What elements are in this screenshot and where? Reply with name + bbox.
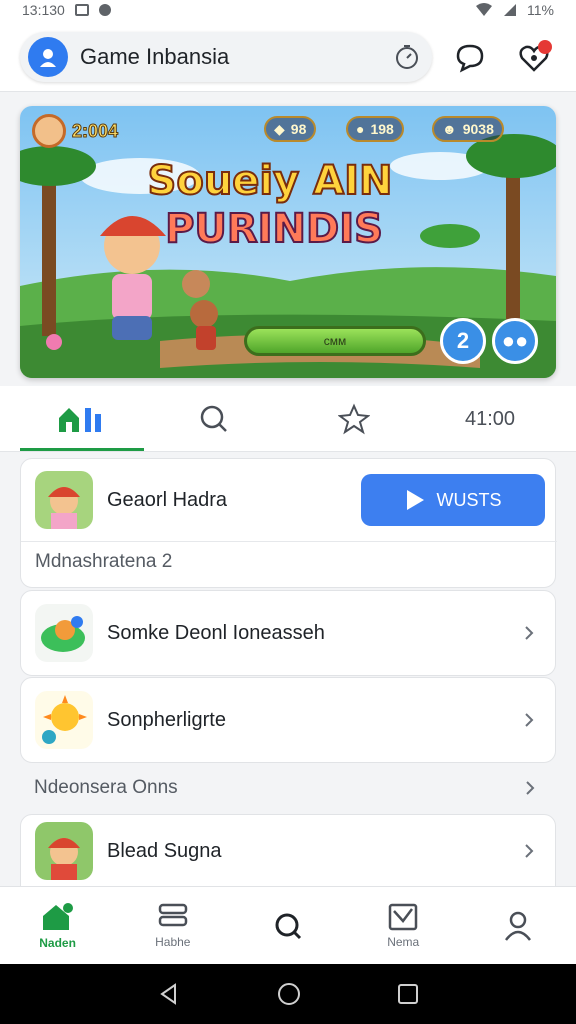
nav-news-label: Nema [387, 934, 420, 949]
time-label: 41:00 [464, 407, 516, 430]
wifi-icon [476, 3, 493, 16]
chat-icon [456, 44, 484, 73]
app-title: Game Inbansia [80, 44, 230, 69]
nav-profile[interactable] [461, 887, 576, 964]
battery-percent: 11% [527, 2, 554, 18]
game-title-line1: Soueiy AIN [147, 157, 394, 205]
timer-icon[interactable] [394, 44, 420, 70]
tab-home[interactable] [20, 386, 144, 452]
frog-game-thumbnail [35, 604, 93, 662]
play-icon [406, 490, 424, 510]
controller-button[interactable]: ●● [492, 318, 538, 364]
coins-counter: 2:004 [32, 114, 119, 148]
search-bar[interactable]: Game Inbansia [20, 32, 432, 82]
tab-time[interactable]: 41:00 [428, 386, 552, 452]
section-label: Ndeonsera Onns [34, 777, 178, 798]
game-thumbnail [35, 471, 93, 529]
star-icon [338, 403, 370, 435]
play-label: ᴄᴍᴍ [323, 334, 347, 348]
friends-counter: ☻ 9038 [432, 116, 504, 142]
back-icon[interactable] [157, 982, 181, 1006]
featured-row[interactable]: Geaorl Hadra WUSTS [21, 459, 557, 541]
system-navigation-bar [0, 964, 576, 1024]
favorites-button[interactable] [514, 38, 554, 78]
level-number: 2 [456, 328, 470, 353]
status-bar: 13:130 11% [0, 0, 576, 20]
friends-icon: ☻ [442, 121, 457, 137]
active-tab-indicator [20, 448, 144, 451]
bottom-navigation: Naden Habhe Nema [0, 886, 576, 964]
home-icon [59, 408, 101, 432]
game-title-line2: PURINDIS [164, 205, 384, 253]
list-item-title: Blead Sugna [107, 839, 222, 862]
chevron-right-icon [525, 844, 534, 858]
chat-button[interactable] [450, 38, 490, 78]
person-icon [40, 49, 56, 67]
chevron-right-icon [525, 713, 534, 727]
list-icon [158, 903, 188, 926]
gems-counter: ◆ 98 [264, 116, 317, 142]
user-avatar[interactable] [28, 37, 68, 77]
location-icon [98, 4, 111, 16]
recents-icon[interactable] [397, 983, 419, 1005]
search-icon [275, 913, 302, 939]
nav-library-label: Habhe [155, 934, 191, 949]
play-progress-button[interactable]: ᴄᴍᴍ [244, 326, 426, 356]
home-icon [42, 902, 73, 930]
coins-value: 2:004 [71, 120, 119, 141]
search-icon [200, 405, 227, 432]
promo-banner[interactable]: 2:004 ◆ 98 ● 198 ☻ 9038 Soueiy AIN PURIN… [20, 106, 556, 378]
nav-search[interactable] [230, 887, 345, 964]
stars-counter: ● 198 [346, 116, 404, 142]
gamepad-icon: ●● [501, 328, 529, 353]
home-circle-icon[interactable] [276, 981, 302, 1007]
sun-game-thumbnail [35, 691, 93, 749]
list-item[interactable]: Blead Sugna [20, 814, 556, 888]
notification-badge [538, 40, 552, 54]
featured-card: Geaorl Hadra WUSTS Mdnashratena 2 [20, 458, 557, 588]
player-avatar [32, 114, 66, 148]
list-item-title: Somke Deonl Ioneasseh [107, 621, 325, 644]
chevron-right-icon [526, 781, 535, 795]
nav-home-label: Naden [39, 935, 76, 950]
friends-value: 9038 [462, 121, 494, 137]
nav-news[interactable]: Nema [346, 887, 461, 964]
gem-icon: ◆ [274, 120, 285, 137]
featured-subtitle: Mdnashratena 2 [35, 551, 173, 572]
stars-value: 198 [370, 121, 394, 137]
gems-value: 98 [290, 121, 307, 137]
chevron-right-icon [525, 626, 534, 640]
top-app-bar: Game Inbansia [0, 20, 576, 92]
news-icon [388, 903, 418, 930]
signal-icon [504, 4, 517, 16]
coin-icon: ● [356, 121, 365, 137]
notification-icon [74, 4, 89, 16]
list-item[interactable]: Sonpherligrte [20, 677, 556, 763]
nav-library[interactable]: Habhe [115, 887, 230, 964]
watch-label: WUSTS [436, 489, 502, 510]
level-badge[interactable]: 2 [440, 318, 486, 364]
section-header[interactable]: Ndeonsera Onns [20, 766, 556, 810]
tab-favorites[interactable] [292, 386, 416, 452]
watch-button[interactable]: WUSTS [361, 474, 545, 526]
divider [21, 541, 557, 542]
profile-icon [505, 911, 532, 941]
featured-title: Geaorl Hadra [107, 488, 228, 511]
tab-search[interactable] [152, 386, 276, 452]
status-time: 13:130 [22, 2, 65, 18]
list-item[interactable]: Somke Deonl Ioneasseh [20, 590, 556, 676]
list-item-title: Sonpherligrte [107, 708, 226, 731]
tab-bar: 41:00 [0, 386, 576, 452]
nav-home[interactable]: Naden [0, 887, 115, 964]
game-thumbnail [35, 822, 93, 880]
